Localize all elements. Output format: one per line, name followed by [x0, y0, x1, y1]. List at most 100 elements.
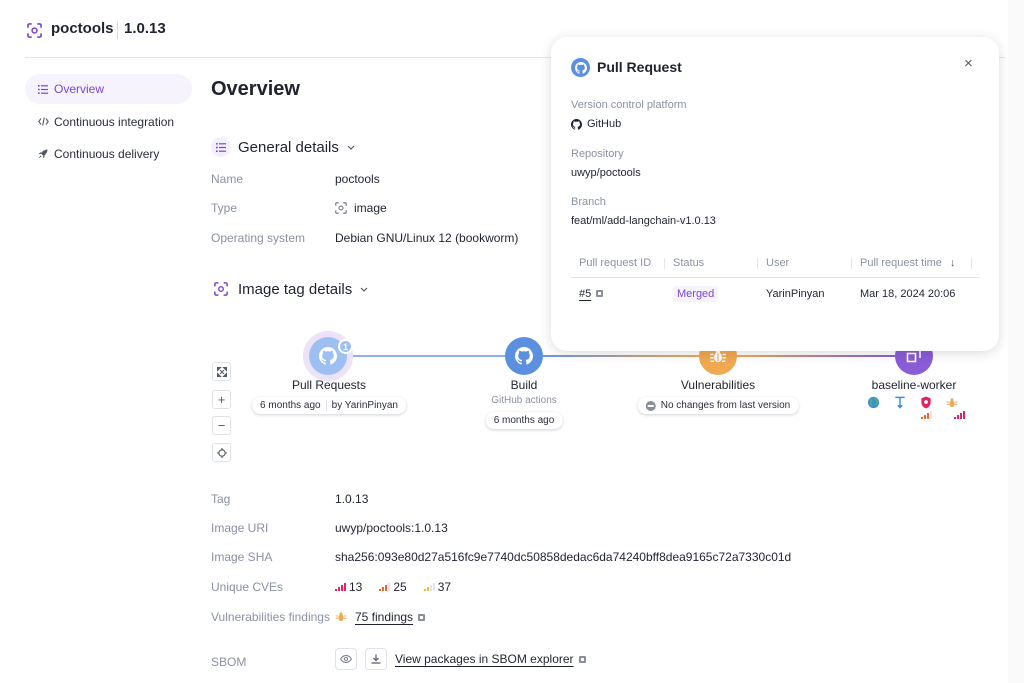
medium-cves[interactable]: 37 [423, 580, 452, 594]
crosshair-icon [216, 447, 227, 458]
view-sbom-button[interactable] [335, 648, 357, 670]
sidebar-item-continuous-integration[interactable]: Continuous integration [25, 107, 192, 137]
pipeline-connector [736, 355, 896, 357]
severity-indicators [921, 411, 968, 419]
chevron-down-icon[interactable] [347, 142, 355, 152]
sidebar-item-continuous-delivery[interactable]: Continuous delivery [25, 139, 192, 169]
pull-requests-count-badge: 1 [338, 339, 353, 354]
scrollbar-track[interactable] [1008, 0, 1024, 683]
rocket-icon [38, 149, 52, 159]
download-icon [371, 654, 381, 664]
app-version: 1.0.13 [124, 20, 166, 37]
column-label: Pull request ID [579, 256, 652, 269]
medium-count: 37 [437, 580, 452, 594]
detail-row-image-sha: Image SHA sha256:093e80d27a516fc9e7740dc… [211, 550, 791, 564]
repository-label: Repository [571, 148, 624, 160]
globe-icon[interactable] [867, 396, 880, 409]
medium-bars-icon [423, 583, 435, 591]
pipeline-connector [542, 355, 700, 357]
image-tag-details-header[interactable]: Image tag details [211, 279, 368, 299]
zoom-out-button[interactable]: − [212, 416, 231, 435]
build-pill: 6 months ago [485, 412, 563, 429]
pr-id-cell: #5 [571, 277, 665, 311]
github-icon [571, 118, 582, 130]
detail-row-sbom: SBOM View packages in SBOM explorer [211, 648, 586, 670]
shield-icon[interactable] [920, 396, 932, 409]
bug-icon[interactable] [946, 397, 958, 409]
tool-icon[interactable] [894, 396, 906, 409]
findings-link[interactable]: 75 findings [355, 610, 413, 624]
sort-desc-icon[interactable]: ↓ [950, 257, 956, 269]
list-icon [211, 137, 231, 157]
column-label: Status [673, 256, 705, 269]
detail-value: View packages in SBOM explorer [335, 648, 586, 670]
detail-row-name: Name poctools [211, 172, 380, 186]
column-header-user[interactable]: User [758, 249, 852, 278]
detail-label: Image SHA [211, 550, 273, 564]
detail-value: image [335, 201, 387, 215]
sbom-explorer-link[interactable]: View packages in SBOM explorer [395, 652, 574, 666]
detail-value: 75 findings [335, 610, 426, 624]
table-header-row: Pull request ID Status User Pull request… [571, 249, 980, 278]
close-button[interactable]: × [964, 55, 973, 72]
detail-row-type: Type image [211, 201, 387, 215]
detail-label: SBOM [211, 654, 247, 669]
branch-label: Branch [571, 196, 606, 208]
platform-name: GitHub [587, 118, 622, 130]
detail-row-unique-cves: Unique CVEs 13 25 37 [211, 580, 468, 594]
pipeline-connector [346, 355, 506, 357]
critical-cves[interactable]: 13 [335, 580, 362, 594]
column-divider[interactable] [971, 258, 972, 269]
sidebar-item-overview[interactable]: Overview [25, 74, 192, 104]
detail-label: Operating system [211, 231, 306, 245]
pr-id-link[interactable]: #5 [579, 288, 591, 300]
external-link-icon [578, 655, 586, 663]
fit-view-button[interactable] [212, 362, 231, 381]
high-cves[interactable]: 25 [379, 580, 407, 594]
critical-count: 13 [349, 580, 363, 594]
center-view-button[interactable] [212, 443, 231, 462]
critical-severity-bars [954, 411, 965, 419]
chevron-down-icon[interactable] [360, 284, 368, 294]
column-label: Pull request time [860, 256, 942, 269]
branch-value: feat/ml/add-langchain-v1.0.13 [571, 215, 716, 227]
github-icon [319, 347, 337, 365]
fit-view-icon [216, 366, 227, 377]
detail-row-image-uri: Image URI uwyp/poctools:1.0.13 [211, 521, 448, 535]
general-details-header[interactable]: General details [211, 137, 355, 157]
high-bars-icon [379, 583, 391, 591]
detail-value: Debian GNU/Linux 12 (bookworm) [335, 231, 519, 245]
node-label: Vulnerabilities [680, 378, 756, 392]
detail-label: Vulnerabilities findings [211, 610, 330, 624]
title-divider [117, 21, 118, 39]
version-control-value: GitHub [571, 118, 621, 130]
code-icon [38, 117, 52, 126]
no-change-icon [645, 400, 656, 411]
detail-label: Unique CVEs [211, 580, 284, 594]
detail-value: uwyp/poctools:1.0.13 [335, 521, 448, 535]
user-cell: YarinPinyan [766, 288, 825, 301]
build-node[interactable] [505, 337, 543, 375]
status-badge: Merged [673, 286, 719, 303]
detail-value: 13 25 37 [335, 580, 468, 594]
column-header-time[interactable]: Pull request time ↓ [852, 249, 980, 278]
author: by YarinPinyan [331, 400, 398, 411]
high-count: 25 [393, 580, 407, 594]
app-name: poctools [51, 20, 114, 37]
zoom-in-button[interactable]: + [212, 390, 231, 409]
node-subtitle: GitHub actions [491, 395, 557, 406]
table-row[interactable]: #5 Merged YarinPinyan Mar 18, 2024 20:06 [571, 277, 980, 311]
critical-bars-icon [335, 583, 346, 591]
external-link-icon [418, 613, 426, 621]
image-scan-icon [211, 279, 231, 299]
column-header-status[interactable]: Status [665, 249, 758, 278]
detail-label: Image URI [211, 521, 269, 535]
column-header-id[interactable]: Pull request ID [571, 249, 665, 278]
detail-value: poctools [335, 172, 380, 186]
sidebar: Overview Continuous integration Continuo… [25, 74, 192, 172]
list-icon [38, 84, 52, 94]
pill-divider [325, 400, 327, 411]
column-label: User [766, 256, 790, 269]
download-sbom-button[interactable] [365, 648, 387, 670]
github-icon [571, 58, 590, 77]
